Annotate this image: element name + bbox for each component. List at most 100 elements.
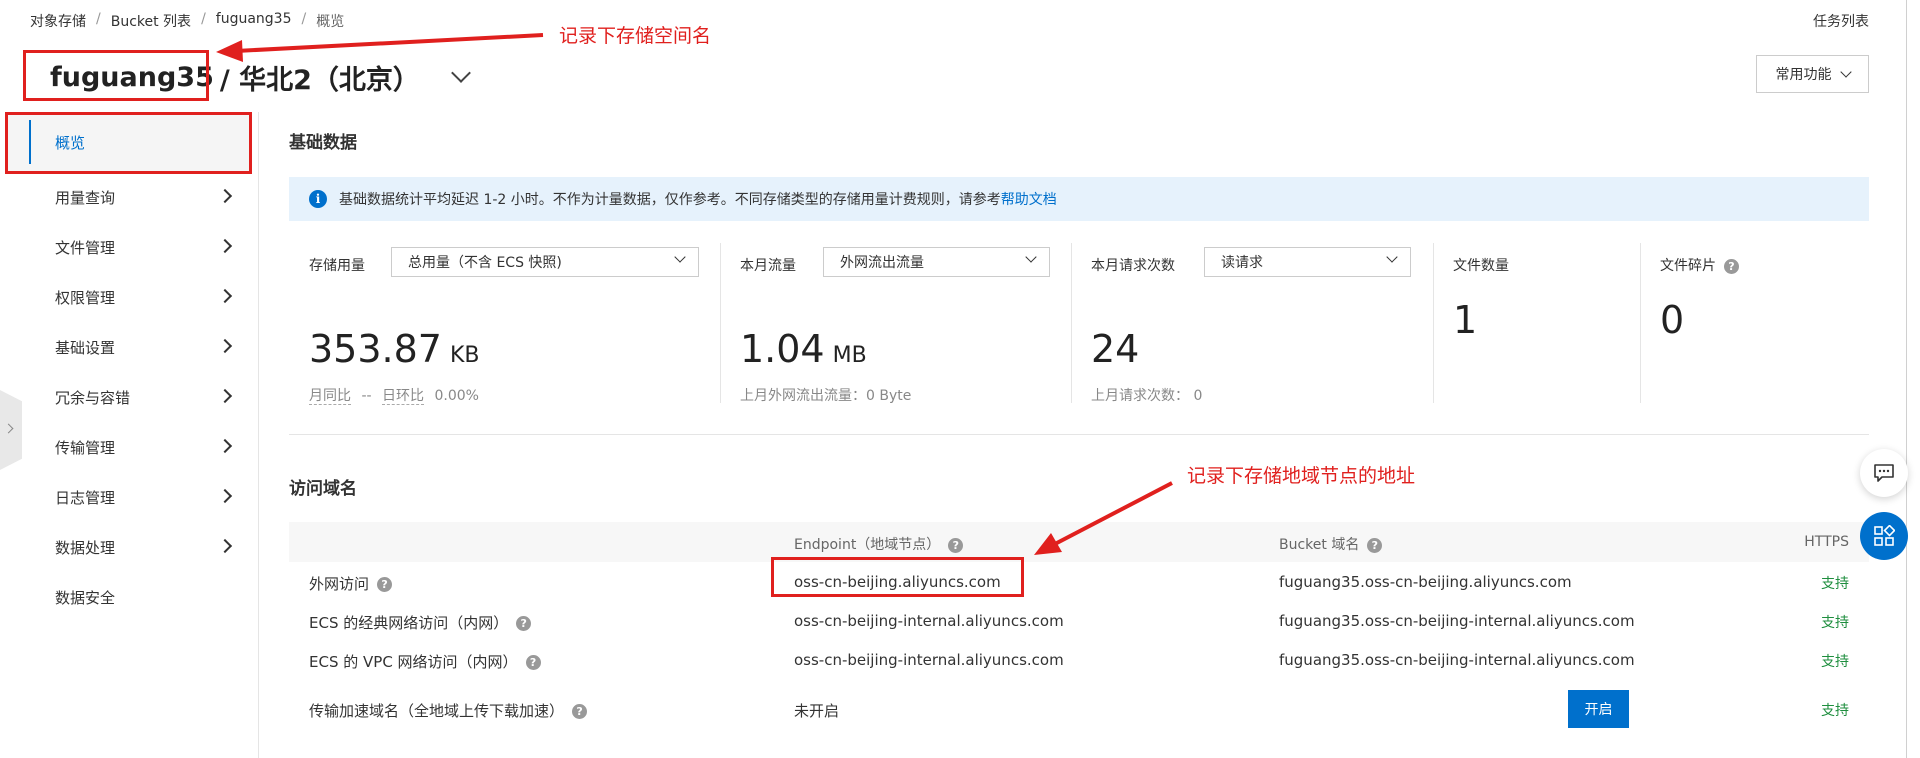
annotation-highlight-overview	[5, 112, 252, 174]
chevron-right-icon	[217, 538, 233, 554]
sidebar-item-label: 传输管理	[55, 438, 116, 457]
sidebar-item-label: 用量查询	[55, 188, 116, 207]
row-endpoint: oss-cn-beijing-internal.aliyuncs.com	[794, 651, 1064, 669]
enable-acceleration-button[interactable]: 开启	[1568, 690, 1629, 728]
yoy-label: 月同比	[309, 388, 351, 405]
chevron-down-icon	[1025, 251, 1037, 263]
chevron-right-icon	[3, 423, 14, 434]
requests-last-month: 上月请求次数： 0	[1091, 388, 1203, 404]
chevron-right-icon	[217, 338, 233, 354]
info-text: 基础数据统计平均延迟 1-2 小时。不作为计量数据，仅作参考。不同存储类型的存储…	[339, 192, 1001, 208]
requests-value: 24	[1091, 327, 1140, 371]
annotation-highlight-endpoint	[771, 557, 1024, 597]
storage-usage-select[interactable]: 总用量（不含 ECS 快照)	[391, 247, 699, 277]
sidebar: 概览 用量查询 文件管理 权限管理 基础设置 冗余与容错 传输管理 日志管理 数…	[5, 112, 250, 622]
breadcrumb-item[interactable]: Bucket 列表	[111, 11, 191, 31]
traffic-last-month: 上月外网流出流量：0 Byte	[740, 388, 912, 404]
requests-label: 本月请求次数	[1091, 258, 1175, 274]
table-row: 传输加速域名（全地域上传下载加速）? 未开启 开启 支持	[289, 686, 1869, 732]
annotation-endpoint-note: 记录下存储地域节点的地址	[1187, 465, 1416, 487]
chevron-down-icon	[1386, 251, 1398, 263]
row-https: 支持	[1821, 654, 1849, 670]
file-fragments-label: 文件碎片	[1660, 258, 1716, 274]
help-doc-link[interactable]: 帮助文档	[1001, 189, 1057, 209]
storage-usage-value: 353.87 KB	[309, 327, 480, 371]
help-icon[interactable]: ?	[377, 577, 393, 592]
traffic-select[interactable]: 外网流出流量	[823, 247, 1050, 277]
column-header-https: HTTPS	[1804, 534, 1849, 550]
sidebar-item-files[interactable]: 文件管理	[5, 222, 250, 272]
storage-usage-number: 353.87	[309, 327, 442, 371]
chevron-right-icon	[217, 238, 233, 254]
help-icon[interactable]: ?	[516, 616, 532, 631]
traffic-number: 1.04	[740, 327, 825, 371]
sidebar-item-data-processing[interactable]: 数据处理	[5, 522, 250, 572]
chat-button[interactable]	[1860, 449, 1908, 497]
column-header-endpoint: Endpoint（地域节点）?	[794, 534, 964, 554]
requests-select-value: 读请求	[1221, 255, 1263, 271]
annotation-arrow-bucket	[235, 33, 544, 53]
page-scrollbar[interactable]	[1906, 0, 1907, 758]
sidebar-item-data-security[interactable]: 数据安全	[5, 572, 250, 622]
task-list-link[interactable]: 任务列表	[1813, 11, 1869, 31]
chevron-right-icon	[217, 488, 233, 504]
sidebar-item-label: 基础设置	[55, 338, 116, 357]
sidebar-item-basic-settings[interactable]: 基础设置	[5, 322, 250, 372]
breadcrumb-separator: /	[96, 11, 101, 27]
chevron-down-icon[interactable]	[451, 63, 471, 83]
row-https: 支持	[1821, 703, 1849, 719]
row-bucket-domain: fuguang35.oss-cn-beijing-internal.aliyun…	[1279, 651, 1635, 669]
row-name-label: 传输加速域名（全地域上传下载加速）	[309, 702, 565, 720]
table-row: ECS 的 VPC 网络访问（内网）? oss-cn-beijing-inter…	[289, 641, 1869, 679]
apps-button[interactable]	[1860, 512, 1908, 560]
requests-select[interactable]: 读请求	[1204, 247, 1411, 277]
row-name: ECS 的 VPC 网络访问（内网）?	[309, 651, 541, 672]
help-icon[interactable]: ?	[1367, 537, 1383, 553]
chevron-right-icon	[217, 388, 233, 404]
common-functions-label: 常用功能	[1775, 67, 1832, 83]
sidebar-item-logs[interactable]: 日志管理	[5, 472, 250, 522]
row-endpoint: 未开启	[794, 702, 840, 720]
sidebar-item-transfer[interactable]: 传输管理	[5, 422, 250, 472]
file-count-label: 文件数量	[1453, 258, 1509, 274]
breadcrumb: 对象存储 / Bucket 列表 / fuguang35 / 概览	[30, 11, 344, 31]
sidebar-item-redundancy[interactable]: 冗余与容错	[5, 372, 250, 422]
sidebar-item-label: 日志管理	[55, 488, 116, 507]
storage-usage-select-value: 总用量（不含 ECS 快照)	[408, 255, 562, 271]
row-https: 支持	[1821, 615, 1849, 631]
sidebar-item-label: 文件管理	[55, 238, 116, 257]
stat-divider	[720, 243, 721, 403]
yoy-value: --	[361, 388, 372, 404]
stat-divider	[1433, 243, 1434, 403]
chat-icon	[1874, 464, 1894, 482]
file-fragments-label-wrap: 文件碎片?	[1660, 255, 1739, 275]
sidebar-item-label: 权限管理	[55, 288, 116, 307]
common-functions-button[interactable]: 常用功能	[1756, 55, 1869, 93]
storage-usage-unit: KB	[449, 343, 480, 368]
row-name: 外网访问?	[309, 573, 393, 594]
sidebar-item-label: 冗余与容错	[55, 388, 131, 407]
sidebar-collapse-toggle[interactable]	[0, 390, 22, 470]
traffic-label: 本月流量	[740, 258, 796, 274]
help-icon[interactable]: ?	[572, 704, 588, 719]
help-icon[interactable]: ?	[1724, 258, 1739, 274]
row-bucket-domain: fuguang35.oss-cn-beijing-internal.aliyun…	[1279, 612, 1635, 630]
region-name: / 华北2（北京）	[219, 64, 420, 96]
column-header-bucket-domain: Bucket 域名?	[1279, 534, 1383, 554]
column-header-endpoint-label: Endpoint（地域节点）	[794, 537, 941, 553]
row-https: 支持	[1821, 576, 1849, 592]
table-header: Endpoint（地域节点）? Bucket 域名? HTTPS	[289, 522, 1869, 562]
dod-value: 0.00%	[434, 388, 479, 404]
sidebar-item-label: 数据处理	[55, 538, 116, 557]
help-icon[interactable]: ?	[948, 537, 964, 553]
help-icon[interactable]: ?	[525, 655, 541, 670]
row-endpoint: oss-cn-beijing-internal.aliyuncs.com	[794, 612, 1064, 630]
stat-divider	[1640, 243, 1641, 403]
sidebar-item-usage[interactable]: 用量查询	[5, 172, 250, 222]
sidebar-item-permissions[interactable]: 权限管理	[5, 272, 250, 322]
breadcrumb-item[interactable]: fuguang35	[216, 11, 292, 31]
basic-data-title: 基础数据	[289, 133, 357, 153]
row-name: ECS 的经典网络访问（内网）?	[309, 612, 532, 633]
access-domains-title: 访问域名	[289, 479, 357, 499]
breadcrumb-item[interactable]: 对象存储	[30, 11, 86, 31]
